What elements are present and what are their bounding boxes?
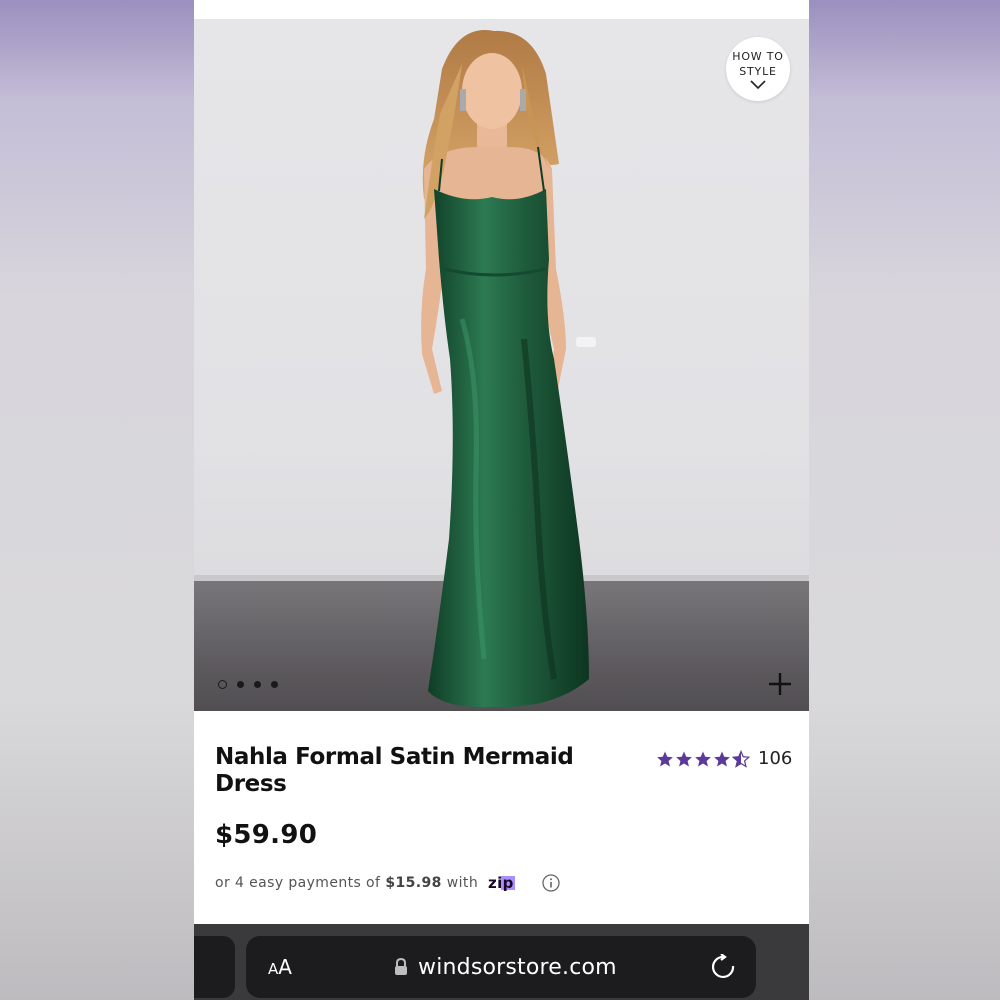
carousel-dot[interactable]	[254, 681, 261, 688]
product-title: Nahla Formal Satin Mermaid Dress	[215, 744, 574, 797]
star-icon	[714, 751, 730, 766]
product-rating[interactable]: 106	[656, 748, 792, 769]
model-photo	[421, 30, 596, 708]
zip-logo-text: zip	[488, 875, 514, 891]
reload-icon[interactable]	[712, 954, 736, 980]
product-page: HOW TO STYLE Nahla Formal Satin Mermaid …	[194, 0, 809, 1000]
installment-info: or 4 easy payments of $15.98 with zip	[215, 874, 560, 892]
url-text: windsorstore.com	[418, 954, 617, 980]
how-to-style-line2: STYLE	[739, 65, 777, 78]
installment-suffix: with	[446, 875, 479, 891]
carousel-dot[interactable]	[271, 681, 278, 688]
browser-toolbar: AA windsorstore.com	[194, 924, 809, 1000]
text-size-small-a: A	[268, 960, 279, 978]
installment-amount: $15.98	[385, 875, 442, 891]
chevron-down-icon	[750, 80, 766, 89]
installment-prefix: or 4 easy payments of	[215, 875, 381, 891]
url-display[interactable]: windsorstore.com	[394, 955, 617, 980]
star-icon	[676, 751, 692, 766]
star-icon	[695, 751, 711, 766]
product-price: $59.90	[215, 820, 318, 850]
plus-icon[interactable]	[767, 671, 793, 697]
how-to-style-line1: HOW TO	[732, 50, 784, 63]
star-icon	[657, 751, 673, 766]
half-star-icon	[732, 749, 750, 768]
rating-count: 106	[758, 748, 793, 769]
address-bar[interactable]: AA windsorstore.com	[246, 936, 756, 998]
zip-logo[interactable]: zip	[488, 875, 532, 891]
carousel-dot-active[interactable]	[218, 680, 227, 689]
carousel-dot[interactable]	[237, 681, 244, 688]
product-image[interactable]: HOW TO STYLE	[194, 19, 809, 711]
lock-icon	[395, 958, 407, 975]
text-size-large-a: A	[278, 955, 292, 979]
rating-stars	[656, 749, 750, 768]
how-to-style-button[interactable]: HOW TO STYLE	[726, 37, 790, 101]
info-icon[interactable]	[542, 874, 560, 892]
text-size-button[interactable]: AA	[268, 955, 292, 979]
zip-logo-mark: zip	[488, 875, 516, 891]
previous-tab[interactable]	[194, 936, 235, 998]
carousel-indicator[interactable]	[218, 680, 278, 689]
